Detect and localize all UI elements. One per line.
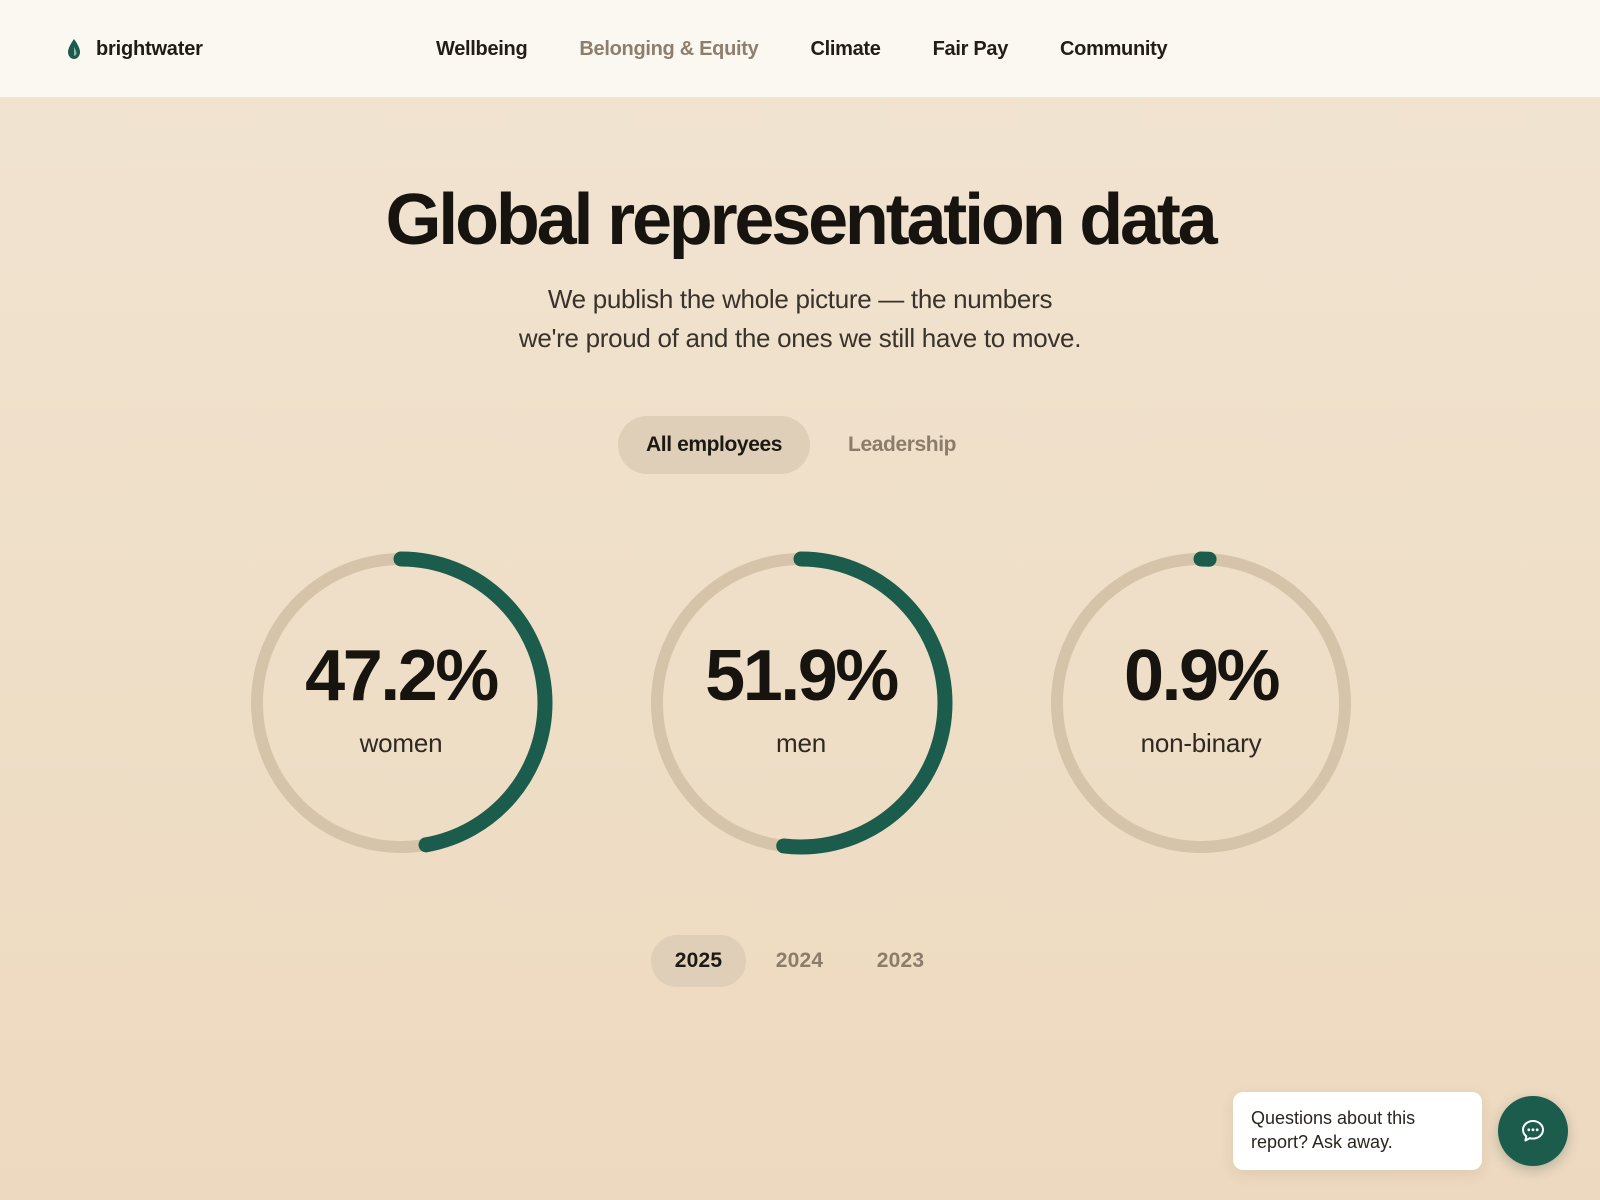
stat-label: men [776,728,826,758]
nav-item-fair-pay[interactable]: Fair Pay [933,38,1009,61]
tab-leadership[interactable]: Leadership [820,416,984,474]
nav-item-community[interactable]: Community [1060,38,1168,61]
audience-toggle: All employees Leadership [618,416,984,474]
page-subtitle: We publish the whole picture — the numbe… [450,280,1150,358]
year-tab-2024[interactable]: 2024 [752,935,847,987]
chat-prompt-bubble[interactable]: Questions about this report? Ask away. [1233,1092,1482,1170]
stat-value: 51.9% [705,636,899,716]
year-tab-2025[interactable]: 2025 [651,935,746,987]
drop-icon [68,39,80,59]
nav-item-wellbeing[interactable]: Wellbeing [436,38,528,61]
nav-item-climate[interactable]: Climate [810,38,880,61]
brand-logo[interactable]: brightwater [66,36,203,62]
tab-all-employees[interactable]: All employees [618,416,811,474]
page: brightwater Wellbeing Belonging & Equity… [0,0,1600,1200]
stat-ring-men: 51.9% men [646,548,956,858]
stat-ring-non-binary: 0.9% non-binary [1046,548,1356,858]
year-selector: 2025 2024 2023 [651,935,948,987]
stat-ring-women: 47.2% women [246,548,556,858]
stat-label: women [359,728,443,758]
stat-label: non-binary [1140,728,1262,758]
representation-stats: 47.2% women 51.9% men 0.9% non-binary [0,548,1600,858]
nav-item-belonging-equity[interactable]: Belonging & Equity [579,38,758,61]
page-title: Global representation data [385,180,1218,260]
subtitle-line-1: We publish the whole picture — the numbe… [547,284,1053,314]
top-navigation-bar: brightwater Wellbeing Belonging & Equity… [0,0,1600,97]
stat-value: 0.9% [1123,636,1281,716]
year-tab-2023[interactable]: 2023 [853,935,948,987]
brand-name: brightwater [96,37,203,60]
stat-value: 47.2% [305,636,499,716]
chat-launcher-button[interactable] [1498,1096,1568,1166]
chat-icon [1522,1120,1544,1142]
subtitle-line-2: we're proud of and the ones we still hav… [518,323,1082,353]
main-nav: Wellbeing Belonging & Equity Climate Fai… [436,34,1168,64]
